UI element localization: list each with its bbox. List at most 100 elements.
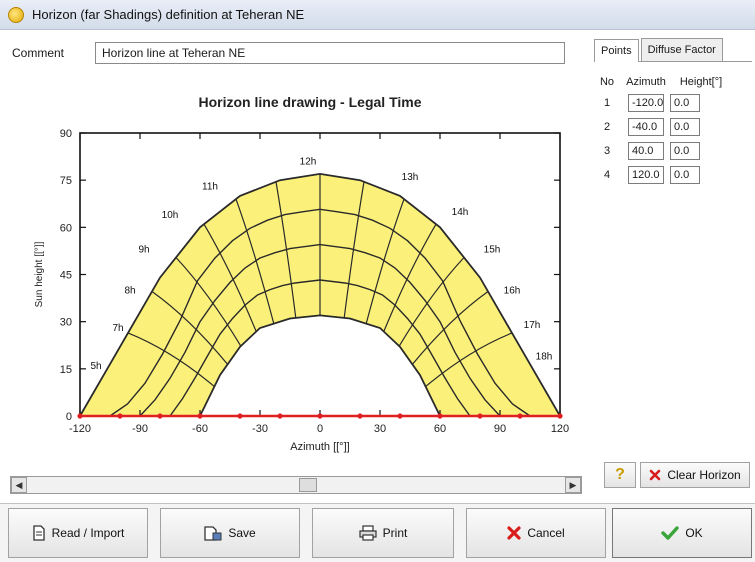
hour-label: 8h (124, 285, 135, 296)
x-tick-label: 30 (374, 423, 386, 435)
azimuth-field[interactable]: -40.0 (628, 117, 664, 136)
window-titlebar: Horizon (far Shadings) definition at Teh… (0, 0, 755, 30)
height-field[interactable]: 0.0 (670, 117, 700, 136)
cancel-label: Cancel (527, 526, 565, 540)
header-no: No (599, 76, 615, 88)
help-button[interactable]: ? (604, 462, 636, 488)
azimuth-field[interactable]: -120.0 (628, 93, 664, 112)
hour-label: 14h (452, 207, 469, 218)
clear-horizon-label: Clear Horizon (667, 468, 741, 482)
ok-button[interactable]: OK (612, 508, 752, 558)
checkmark-icon (661, 526, 680, 540)
horizon-marker (517, 413, 523, 419)
header-azimuth: Azimuth (626, 76, 666, 88)
hour-label: 10h (162, 210, 179, 221)
comment-label: Comment (12, 46, 65, 60)
clear-horizon-button[interactable]: Clear Horizon (640, 462, 750, 488)
hour-label: 13h (402, 172, 419, 183)
hour-label: 15h (484, 244, 501, 255)
y-tick-label: 0 (66, 411, 72, 423)
scroll-right-button[interactable]: ▶ (565, 477, 581, 493)
y-tick-label: 75 (60, 175, 72, 187)
height-field[interactable]: 0.0 (670, 141, 700, 160)
table-row: 2 -40.0 0.0 (594, 117, 752, 136)
row-no: 3 (603, 144, 611, 157)
points-table-header: No Azimuth Height[°] (594, 76, 752, 88)
x-axis-label: Azimuth [[°]] (290, 441, 349, 453)
hour-label: 5h (90, 361, 101, 372)
help-icon: ? (615, 466, 625, 483)
sun-icon (8, 6, 24, 23)
horizon-marker (277, 413, 283, 419)
printer-icon (359, 525, 377, 541)
x-tick-label: 90 (494, 423, 506, 435)
row-no: 1 (603, 96, 611, 109)
scroll-left-button[interactable]: ◀ (11, 477, 27, 493)
comment-row: Comment Horizon line at Teheran NE (0, 38, 590, 68)
ok-label: OK (685, 526, 703, 540)
save-button[interactable]: Save (160, 508, 300, 558)
horizon-marker (477, 413, 483, 419)
horizon-marker (357, 413, 363, 419)
window-title: Horizon (far Shadings) definition at Teh… (32, 7, 305, 22)
height-field[interactable]: 0.0 (670, 165, 700, 184)
x-tick-label: -90 (132, 423, 148, 435)
horizon-marker (77, 413, 83, 419)
horizon-marker (397, 413, 403, 419)
row-no: 4 (603, 168, 611, 181)
horizon-marker (437, 413, 443, 419)
azimuth-field[interactable]: 40.0 (628, 141, 664, 160)
y-tick-label: 15 (60, 364, 72, 376)
print-button[interactable]: Print (312, 508, 454, 558)
horizon-marker (237, 413, 243, 419)
panel-tabs: Points Diffuse Factor (594, 38, 752, 62)
horizon-marker (557, 413, 563, 419)
tab-diffuse-factor[interactable]: Diffuse Factor (640, 38, 723, 61)
x-tick-label: -60 (192, 423, 208, 435)
y-axis-label: Sun height [[°]] (34, 241, 45, 307)
hour-label: 11h (202, 182, 218, 193)
document-icon (32, 525, 45, 541)
clear-x-icon (650, 469, 661, 481)
x-tick-label: 60 (434, 423, 446, 435)
horizon-chart: Horizon line drawing - Legal Time -120 -9… (10, 78, 588, 470)
horizontal-scrollbar[interactable]: ◀ ▶ (10, 476, 582, 494)
hour-label: 18h (536, 351, 553, 362)
horizon-marker (117, 413, 123, 419)
horizon-marker (317, 413, 323, 419)
azimuth-field[interactable]: 120.0 (628, 165, 664, 184)
cancel-button[interactable]: Cancel (466, 508, 606, 558)
header-height: Height[°] (679, 76, 723, 88)
y-tick-label: 30 (60, 317, 72, 329)
read-import-button[interactable]: Read / Import (8, 508, 148, 558)
table-row: 4 120.0 0.0 (594, 165, 752, 184)
read-import-label: Read / Import (51, 526, 125, 540)
horizon-marker (197, 413, 203, 419)
horizon-marker (157, 413, 163, 419)
save-label: Save (228, 526, 256, 540)
x-tick-label: -30 (252, 423, 268, 435)
print-label: Print (382, 526, 408, 540)
x-tick-label: 0 (317, 423, 323, 435)
tab-points[interactable]: Points (594, 39, 639, 62)
x-tick-label: 120 (551, 423, 569, 435)
table-row: 1 -120.0 0.0 (594, 93, 752, 112)
points-table-body: 1 -120.0 0.0 2 -40.0 0.0 3 40.0 0.0 4 12… (594, 93, 752, 184)
row-no: 2 (603, 120, 611, 133)
table-row: 3 40.0 0.0 (594, 141, 752, 160)
height-field[interactable]: 0.0 (670, 93, 700, 112)
scroll-thumb[interactable] (299, 478, 317, 492)
y-tick-label: 90 (60, 128, 72, 140)
points-panel: Points Diffuse Factor No Azimuth Height[… (594, 38, 752, 498)
hour-label: 16h (504, 285, 521, 296)
hour-label: 12h (300, 156, 317, 167)
horizon-chart-svg: -120 -90 -60 -30 0 30 60 90 120 0 15 30 45 60 75 90 5h 7h… (34, 128, 569, 453)
comment-input[interactable]: Horizon line at Teheran NE (95, 42, 565, 64)
y-tick-label: 45 (60, 270, 72, 282)
y-tick-label: 60 (60, 222, 72, 234)
save-icon (204, 526, 222, 541)
cancel-x-icon (507, 526, 521, 540)
hour-label: 9h (138, 244, 149, 255)
x-tick-label: -120 (69, 423, 91, 435)
hour-label: 7h (112, 323, 123, 334)
